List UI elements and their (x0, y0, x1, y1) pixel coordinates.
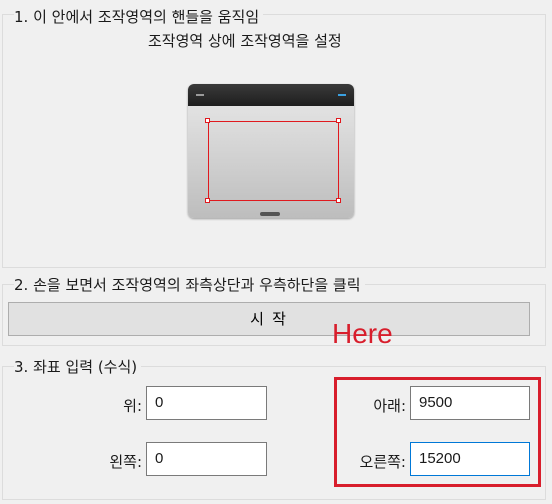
tablet-indicator-right (338, 94, 346, 96)
tablet-notch (260, 212, 280, 216)
tablet-top-bar (188, 84, 354, 106)
active-area-handle-bottom-right[interactable] (336, 198, 341, 203)
section3-title: 3. 좌표 입력 (수식) (14, 356, 142, 377)
left-input[interactable]: 0 (146, 442, 267, 476)
top-label: 위: (123, 397, 142, 415)
highlight-box (334, 377, 541, 487)
section2-title: 2. 손을 보면서 조작영역의 좌측상단과 우측하단을 클릭 (14, 274, 365, 295)
start-button[interactable]: 시 작 (8, 302, 530, 336)
section1-title: 1. 이 안에서 조작영역의 핸들을 움직임 (14, 6, 264, 27)
active-area-handle-top-left[interactable] (205, 118, 210, 123)
tablet-indicator-left (196, 94, 204, 96)
active-area-handle-top-right[interactable] (336, 118, 341, 123)
active-area-rectangle[interactable] (208, 121, 339, 201)
section1-subtitle: 조작영역 상에 조작영역을 설정 (148, 32, 342, 50)
top-input[interactable]: 0 (146, 386, 267, 420)
active-area-handle-bottom-left[interactable] (205, 198, 210, 203)
left-label: 왼쪽: (109, 453, 142, 471)
here-annotation: Here (332, 318, 393, 349)
